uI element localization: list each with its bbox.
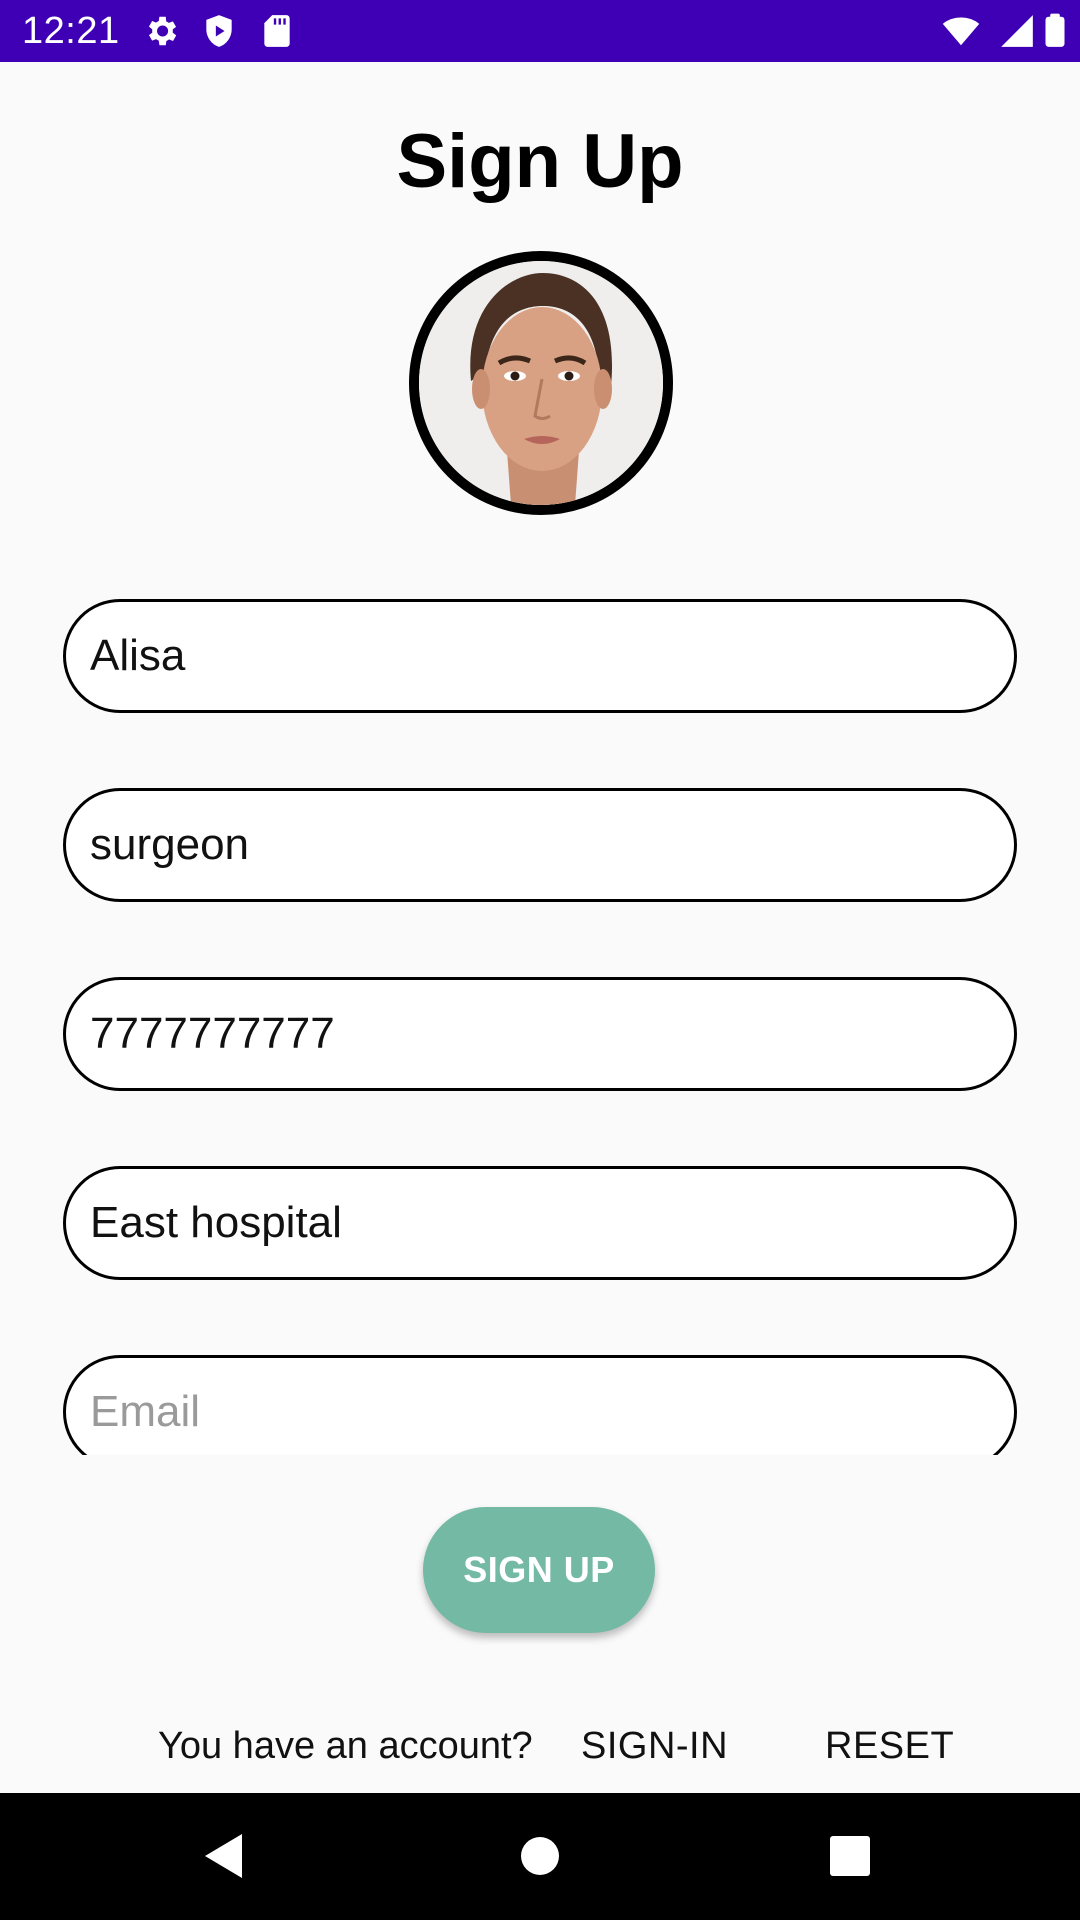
- sign-up-button[interactable]: SIGN UP: [423, 1507, 655, 1633]
- phone-field[interactable]: [63, 977, 1017, 1091]
- hospital-input[interactable]: [90, 1169, 990, 1277]
- name-input[interactable]: [90, 602, 990, 710]
- navigation-bar: [0, 1793, 1080, 1920]
- reset-button[interactable]: RESET: [825, 1722, 954, 1770]
- email-field[interactable]: [63, 1355, 1017, 1455]
- phone-input[interactable]: [90, 980, 990, 1088]
- hospital-field[interactable]: [63, 1166, 1017, 1280]
- email-input[interactable]: [90, 1358, 990, 1455]
- home-icon[interactable]: [505, 1821, 575, 1891]
- profession-field[interactable]: [63, 788, 1017, 902]
- name-field[interactable]: [63, 599, 1017, 713]
- sign-in-button[interactable]: SIGN-IN: [581, 1722, 728, 1770]
- form-scroll-area[interactable]: [0, 0, 1080, 1455]
- have-account-text: You have an account?: [158, 1725, 533, 1767]
- profession-input[interactable]: [90, 791, 990, 899]
- back-icon[interactable]: [190, 1821, 260, 1891]
- recents-icon[interactable]: [815, 1821, 885, 1891]
